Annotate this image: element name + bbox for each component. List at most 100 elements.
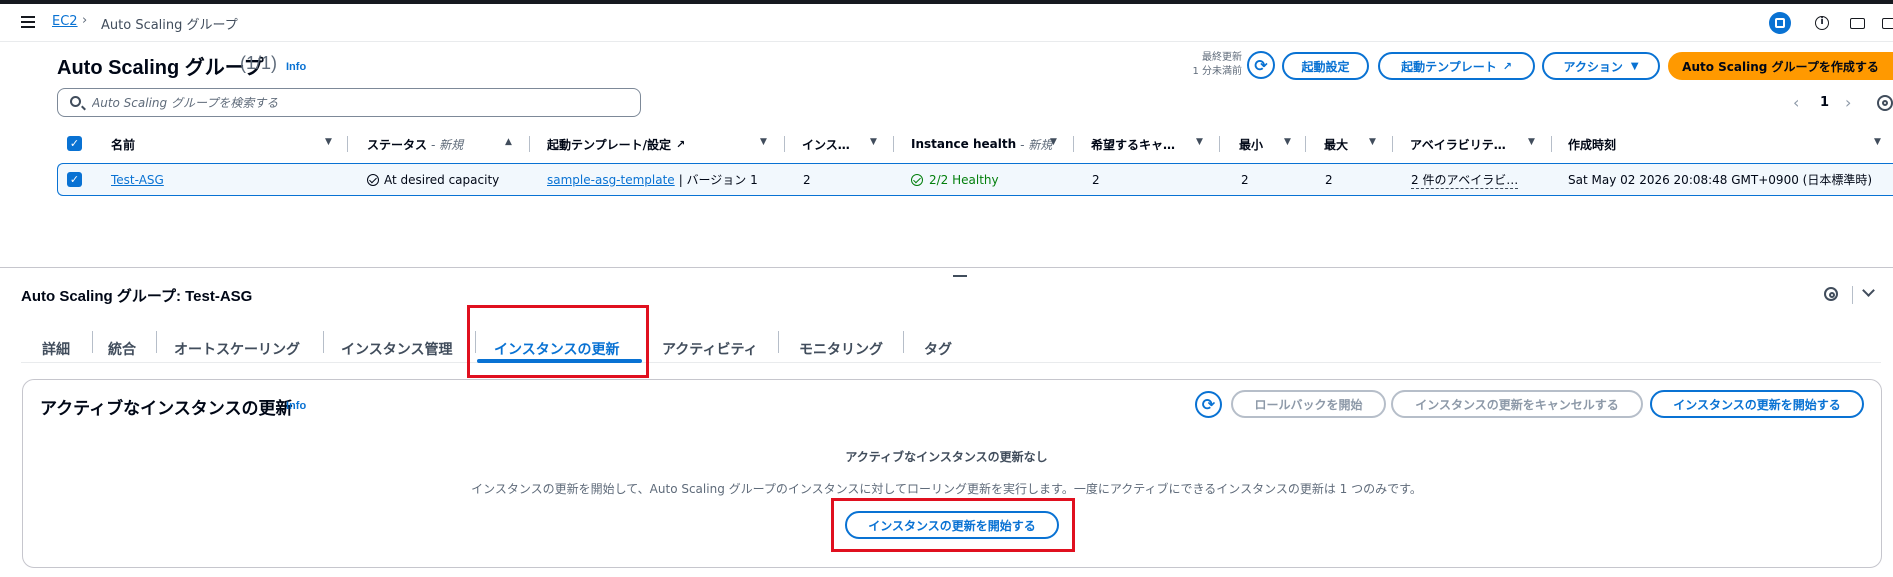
col-instances[interactable]: インス… bbox=[802, 131, 850, 157]
col-status-label: ステータス bbox=[367, 137, 428, 152]
desired-value: 2 bbox=[1092, 172, 1100, 187]
external-link-icon: ↗ bbox=[676, 137, 686, 151]
actions-button[interactable]: アクション ▼ bbox=[1542, 52, 1660, 80]
prev-page-icon[interactable]: ‹ bbox=[1793, 93, 1799, 112]
section-info-link[interactable]: Info bbox=[286, 400, 306, 412]
table-header: ✓ 名前 ▼ ステータス - 新規 ▲ 起動テンプレート/設定 ↗ ▼ インス… ▼… bbox=[57, 131, 1893, 157]
col-max[interactable]: 最大 bbox=[1324, 131, 1348, 157]
asg-name-link[interactable]: Test-ASG bbox=[111, 173, 164, 187]
col-desired-label: 希望するキャ… bbox=[1091, 137, 1176, 152]
page-number[interactable]: 1 bbox=[1820, 95, 1829, 110]
cancel-refresh-label: インスタンスの更新をキャンセルする bbox=[1415, 397, 1619, 412]
chevron-down-icon[interactable] bbox=[1861, 285, 1875, 299]
select-all-checkbox-icon[interactable]: ✓ bbox=[67, 136, 82, 151]
refresh-icon: ⟳ bbox=[1254, 55, 1268, 75]
min-value: 2 bbox=[1241, 172, 1249, 187]
split-panel-settings-gear-icon[interactable] bbox=[1824, 287, 1838, 301]
max-value: 2 bbox=[1325, 172, 1333, 187]
search-box bbox=[57, 88, 641, 117]
az-popover[interactable]: 2 件のアベイラビ… bbox=[1411, 171, 1519, 189]
col-status[interactable]: ステータス - 新規 bbox=[367, 131, 463, 157]
table-settings-gear-icon[interactable] bbox=[1877, 95, 1893, 111]
menu-icon[interactable] bbox=[19, 13, 39, 33]
info-icon[interactable]: i bbox=[1811, 12, 1833, 34]
col-min[interactable]: 最小 bbox=[1239, 131, 1263, 157]
col-max-label: 最大 bbox=[1324, 137, 1349, 152]
search-input[interactable] bbox=[90, 92, 630, 113]
table-row[interactable]: ✓ Test-ASG At desired capacity sample-as… bbox=[57, 163, 1893, 196]
video-icon[interactable] bbox=[1846, 12, 1868, 34]
launch-config-button[interactable]: 起動設定 bbox=[1282, 52, 1369, 80]
group-count: (1/1) bbox=[240, 53, 278, 73]
col-desired[interactable]: 希望するキャ… bbox=[1091, 131, 1175, 157]
empty-state-description: インスタンスの更新を開始して、Auto Scaling グループのインスタンスに… bbox=[471, 482, 1422, 496]
external-link-icon: ↗ bbox=[1502, 59, 1512, 73]
sort-caret-down-icon[interactable]: ▼ bbox=[1050, 137, 1057, 147]
caret-down-icon: ▼ bbox=[1630, 60, 1639, 72]
info-link[interactable]: Info bbox=[286, 61, 306, 73]
create-asg-button[interactable]: Auto Scaling グループを作成する bbox=[1668, 52, 1893, 80]
tabs-divider bbox=[21, 362, 1881, 363]
detail-title: Auto Scaling グループ: Test-ASG bbox=[21, 288, 253, 305]
template-version: | バージョン 1 bbox=[678, 173, 758, 187]
last-updated-value: 1 分未満前 bbox=[1192, 66, 1242, 77]
sort-caret-down-icon[interactable]: ▼ bbox=[1874, 137, 1881, 147]
instances-value: 2 bbox=[803, 172, 811, 187]
cancel-refresh-button: インスタンスの更新をキャンセルする bbox=[1391, 390, 1643, 418]
screen-icon[interactable] bbox=[1878, 12, 1893, 34]
sort-caret-down-icon[interactable]: ▼ bbox=[1528, 137, 1535, 147]
col-created-label: 作成時刻 bbox=[1568, 137, 1617, 152]
sort-caret-down-icon[interactable]: ▼ bbox=[760, 137, 767, 147]
col-health[interactable]: Instance health - 新規 bbox=[911, 131, 1052, 157]
healthy-icon bbox=[911, 173, 923, 186]
last-updated-label: 最終更新 bbox=[1202, 52, 1242, 63]
last-updated: 最終更新 1 分未満前 bbox=[1160, 51, 1242, 79]
highlight-button-box bbox=[831, 498, 1075, 552]
rollback-label: ロールバックを開始 bbox=[1254, 397, 1363, 412]
col-template-label: 起動テンプレート/設定 bbox=[547, 137, 672, 152]
row-checkbox-icon[interactable]: ✓ bbox=[67, 172, 82, 187]
create-asg-label: Auto Scaling グループを作成する bbox=[1682, 59, 1879, 74]
col-template[interactable]: 起動テンプレート/設定 ↗ bbox=[547, 131, 685, 157]
empty-state-title: アクティブなインスタンスの更新なし bbox=[845, 450, 1048, 464]
rollback-button: ロールバックを開始 bbox=[1231, 390, 1386, 418]
created-value: Sat May 02 2026 20:08:48 GMT+0900 (日本標準時… bbox=[1568, 173, 1873, 187]
status-text: At desired capacity bbox=[384, 172, 500, 187]
breadcrumb-ec2-link[interactable]: EC2 bbox=[52, 14, 78, 29]
col-name[interactable]: 名前 bbox=[111, 131, 135, 157]
col-instances-label: インス… bbox=[802, 137, 850, 152]
template-link[interactable]: sample-asg-template bbox=[547, 173, 675, 187]
col-health-tag: - 新規 bbox=[1020, 137, 1053, 152]
sort-caret-down-icon[interactable]: ▼ bbox=[1284, 137, 1291, 147]
sort-caret-down-icon[interactable]: ▼ bbox=[325, 137, 332, 147]
breadcrumb-current: Auto Scaling グループ bbox=[101, 18, 238, 33]
next-page-icon[interactable]: › bbox=[1845, 93, 1851, 112]
section-title: アクティブなインスタンスの更新 bbox=[40, 399, 293, 418]
launch-template-button[interactable]: 起動テンプレート ↗ bbox=[1378, 52, 1535, 80]
page-title: Auto Scaling グループ bbox=[57, 57, 264, 79]
breadcrumb-bar: EC2 › Auto Scaling グループ i bbox=[0, 4, 1893, 42]
refresh-icon: ⟳ bbox=[1201, 395, 1216, 414]
col-created[interactable]: 作成時刻 bbox=[1568, 131, 1616, 157]
col-name-label: 名前 bbox=[111, 137, 136, 152]
col-health-label: Instance health bbox=[911, 137, 1017, 151]
search-icon bbox=[70, 96, 81, 107]
col-status-tag: - 新規 bbox=[431, 137, 464, 152]
refresh-button[interactable]: ⟳ bbox=[1247, 51, 1275, 79]
refresh-button-2[interactable]: ⟳ bbox=[1195, 391, 1222, 418]
col-az[interactable]: アベイラビリテ… bbox=[1410, 131, 1506, 157]
start-refresh-button[interactable]: インスタンスの更新を開始する bbox=[1650, 390, 1864, 418]
start-refresh-label: インスタンスの更新を開始する bbox=[1673, 397, 1841, 412]
highlight-tab-box bbox=[467, 305, 649, 378]
health-value: 2/2 Healthy bbox=[929, 172, 999, 187]
col-az-label: アベイラビリテ… bbox=[1410, 137, 1506, 152]
sort-caret-down-icon[interactable]: ▼ bbox=[1369, 137, 1376, 147]
sort-caret-up-icon[interactable]: ▲ bbox=[505, 137, 512, 147]
panel-layout-icon[interactable] bbox=[1769, 12, 1791, 34]
actions-label: アクション bbox=[1563, 59, 1623, 74]
sort-caret-down-icon[interactable]: ▼ bbox=[870, 137, 877, 147]
chevron-right-icon: › bbox=[82, 13, 88, 28]
resize-handle[interactable] bbox=[953, 275, 967, 277]
sort-caret-down-icon[interactable]: ▼ bbox=[1196, 137, 1203, 147]
col-min-label: 最小 bbox=[1239, 137, 1264, 152]
